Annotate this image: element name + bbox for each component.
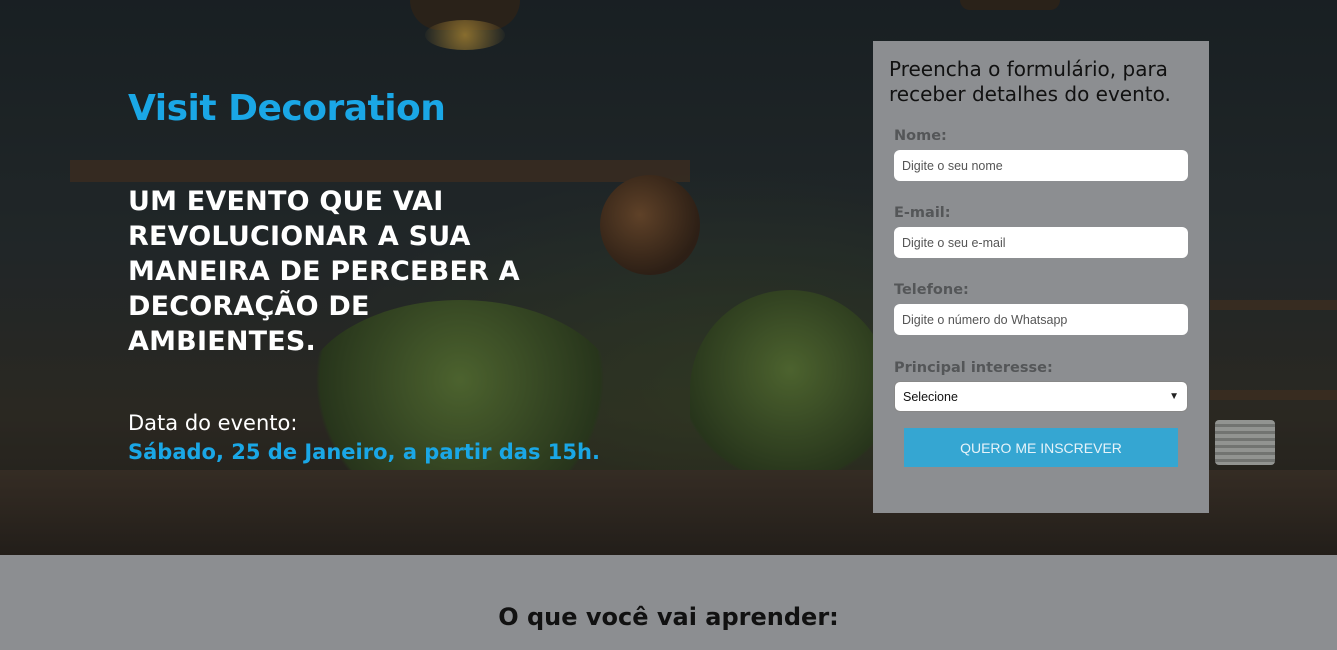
- interest-selected-value: Selecione: [903, 389, 958, 404]
- event-date-label: Data do evento:: [128, 411, 298, 435]
- signup-form: Preencha o formulário, para receber deta…: [873, 41, 1209, 513]
- chevron-down-icon: ▼: [1169, 391, 1179, 402]
- hero-section: Visit Decoration UM EVENTO QUE VAI REVOL…: [0, 0, 1337, 555]
- submit-button[interactable]: QUERO ME INSCREVER: [904, 428, 1178, 467]
- event-date-value: Sábado, 25 de Janeiro, a partir das 15h.: [128, 440, 600, 464]
- phone-input[interactable]: [894, 304, 1188, 335]
- learn-section-title: O que você vai aprender:: [498, 603, 839, 631]
- name-label: Nome:: [894, 128, 947, 144]
- form-title: Preencha o formulário, para receber deta…: [889, 57, 1171, 106]
- phone-label: Telefone:: [894, 282, 969, 298]
- email-input[interactable]: [894, 227, 1188, 258]
- name-input[interactable]: [894, 150, 1188, 181]
- email-label: E-mail:: [894, 205, 951, 221]
- brand-title: Visit Decoration: [128, 88, 446, 129]
- interest-label: Principal interesse:: [894, 360, 1053, 376]
- event-headline: UM EVENTO QUE VAI REVOLUCIONAR A SUA MAN…: [128, 186, 520, 357]
- interest-select[interactable]: Selecione ▼: [894, 381, 1188, 412]
